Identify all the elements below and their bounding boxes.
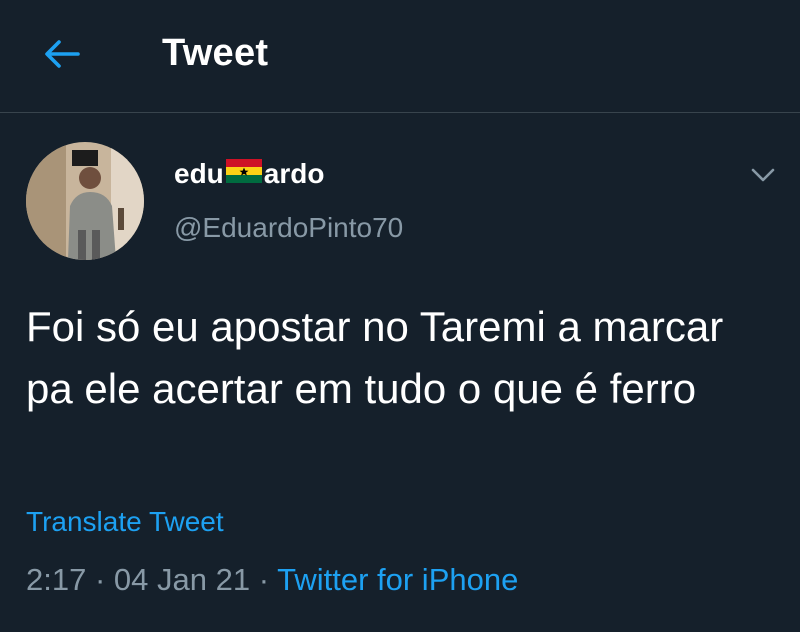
avatar-photo: [26, 142, 144, 260]
ghana-flag-icon: [225, 158, 262, 190]
author-name-suffix: ardo: [263, 158, 325, 189]
back-button[interactable]: [40, 34, 84, 74]
tweet-date: 04 Jan 21: [113, 562, 251, 597]
arrow-left-icon: [45, 40, 80, 68]
tweet-text: Foi só eu apostar no Taremi a marcar pa …: [26, 303, 724, 412]
author-display-name[interactable]: edu ardo: [174, 158, 324, 190]
author-handle[interactable]: @EduardoPinto70: [174, 212, 403, 244]
chevron-down-icon: [751, 168, 775, 182]
avatar[interactable]: [26, 142, 144, 260]
tweet-source-link[interactable]: Twitter for iPhone: [277, 562, 518, 597]
tweet-metadata: 2:17 · 04 Jan 21 · Twitter for iPhone: [26, 562, 518, 598]
tweet-menu-button[interactable]: [746, 160, 780, 190]
author-name-prefix: edu: [174, 158, 224, 189]
meta-separator: ·: [94, 562, 106, 597]
top-bar: Tweet: [0, 0, 800, 113]
page-title: Tweet: [162, 32, 269, 74]
meta-separator: ·: [258, 562, 270, 597]
tweet-time: 2:17: [26, 562, 87, 597]
translate-tweet-link[interactable]: Translate Tweet: [26, 506, 224, 538]
